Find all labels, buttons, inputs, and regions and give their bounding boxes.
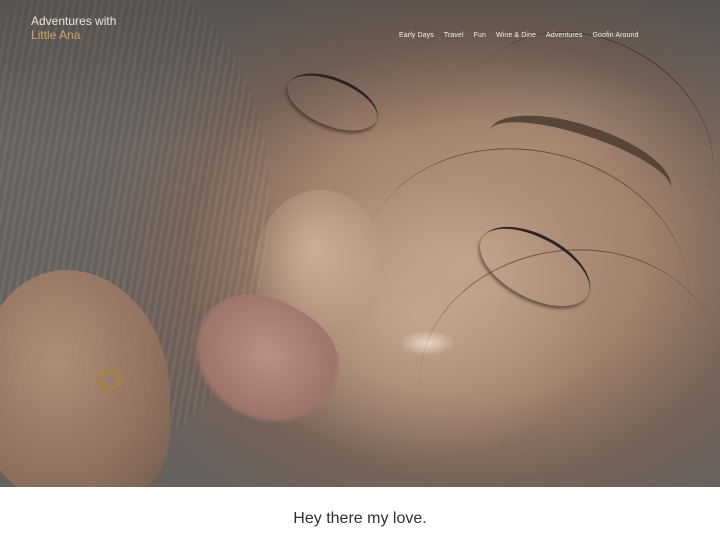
nav-item-early-days[interactable]: Early Days — [399, 32, 434, 39]
nav-item-wine-dine[interactable]: Wine & Dine — [496, 32, 536, 39]
hero-overlay — [0, 0, 720, 487]
nav-item-goofin-around[interactable]: Goofin Around — [592, 32, 638, 39]
site-title-line2: Little Ana — [31, 28, 81, 42]
main-nav: Early Days Travel Fun Wine & Dine Advent… — [399, 22, 639, 41]
site-title[interactable]: Adventures with Little Ana — [31, 14, 116, 42]
hero-image — [0, 0, 720, 487]
site-title-line1: Adventures with — [31, 14, 117, 28]
nav-item-fun[interactable]: Fun — [474, 32, 486, 39]
nav-item-adventures[interactable]: Adventures — [546, 32, 582, 39]
greeting-heading: Hey there my love. — [293, 510, 427, 527]
nav-item-travel[interactable]: Travel — [444, 32, 464, 39]
